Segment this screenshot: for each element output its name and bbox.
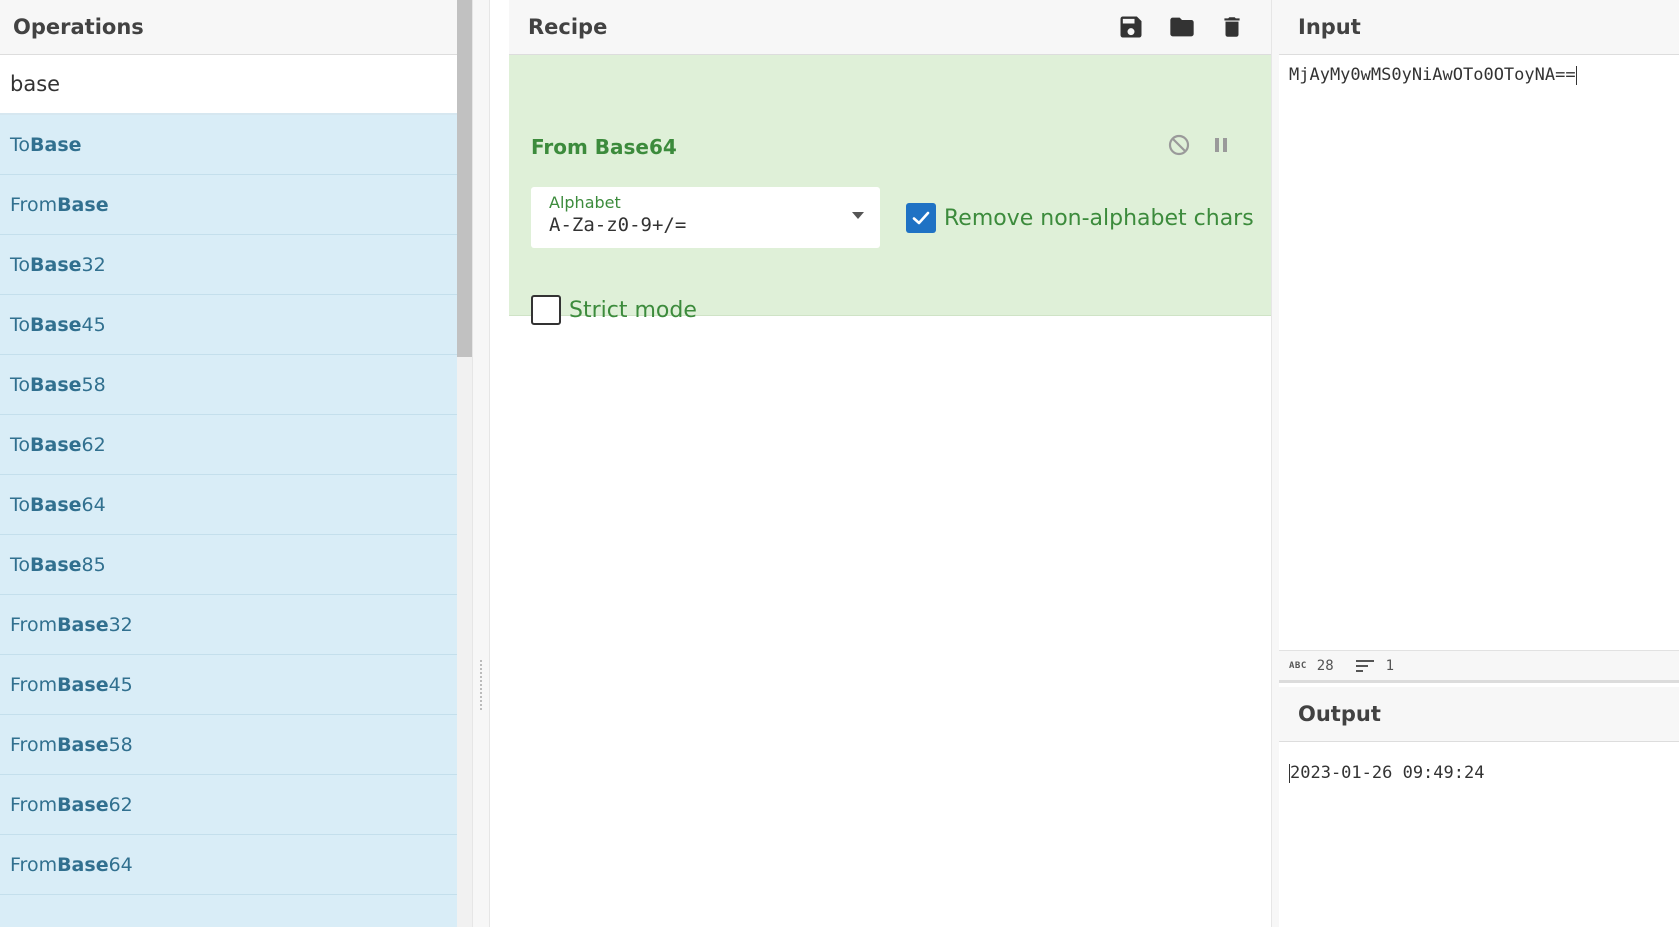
remove-non-alphabet-checkbox[interactable]	[906, 203, 936, 233]
op-match: Base	[57, 673, 109, 696]
op-prefix: From	[10, 673, 58, 696]
input-title: Input	[1279, 0, 1679, 55]
disable-icon[interactable]	[1167, 133, 1191, 161]
operations-title: Operations	[0, 0, 457, 55]
operations-list: To Base From Base To Base 32 To Base 45 To…	[0, 115, 457, 927]
strict-mode-checkbox[interactable]	[531, 295, 561, 325]
resize-gutter-left[interactable]	[472, 0, 490, 927]
operation-item[interactable]: To Base	[0, 115, 457, 175]
op-match: Base	[30, 433, 82, 456]
strict-mode-label: Strict mode	[569, 297, 697, 323]
input-textarea[interactable]: MjAyMy0wMS0yNiAwOTo0OToyNA==	[1279, 55, 1679, 85]
operation-item[interactable]: From Base 32	[0, 595, 457, 655]
operation-item[interactable]: To Base 64	[0, 475, 457, 535]
op-match: Base	[57, 193, 109, 216]
op-prefix: From	[10, 793, 58, 816]
strict-mode-option[interactable]: Strict mode	[531, 295, 697, 325]
op-suffix: 32	[108, 613, 133, 636]
save-icon[interactable]	[1117, 13, 1145, 41]
operation-item[interactable]: From Base	[0, 175, 457, 235]
op-match: Base	[57, 733, 109, 756]
op-suffix: 32	[81, 253, 106, 276]
op-match: Base	[30, 313, 82, 336]
alphabet-value: A-Za-z0-9+/=	[549, 214, 687, 236]
op-suffix: 58	[81, 373, 106, 396]
op-suffix: 62	[81, 433, 106, 456]
operation-item[interactable]: To Base 85	[0, 535, 457, 595]
op-prefix: To	[10, 553, 31, 576]
chevron-down-icon	[852, 212, 864, 219]
io-pane: Input MjAyMy0wMS0yNiAwOTo0OToyNA== ABC 2…	[1279, 0, 1679, 927]
output-textarea[interactable]: 2023-01-26 09:49:24	[1279, 753, 1484, 783]
operation-item[interactable]: To Base 45	[0, 295, 457, 355]
op-prefix: From	[10, 193, 58, 216]
op-prefix: To	[10, 433, 31, 456]
op-match: Base	[57, 793, 109, 816]
scrollbar-thumb[interactable]	[457, 0, 472, 357]
op-match: Base	[30, 253, 82, 276]
recipe-actions	[1117, 13, 1245, 41]
operation-name: From Base64	[531, 135, 677, 159]
output-title: Output	[1279, 687, 1679, 742]
operation-item[interactable]: From Base 58	[0, 715, 457, 775]
op-match: Base	[57, 853, 109, 876]
input-lines-stat: 1	[1355, 657, 1395, 674]
op-prefix: From	[10, 853, 58, 876]
remove-non-alphabet-option[interactable]: Remove non-alphabet chars	[906, 203, 1254, 233]
operation-item[interactable]: From Base 45	[0, 655, 457, 715]
op-suffix: 64	[81, 493, 106, 516]
operation-item[interactable]: To Base 58	[0, 355, 457, 415]
op-suffix: 45	[81, 313, 106, 336]
pause-icon[interactable]	[1211, 135, 1231, 159]
op-match: Base	[57, 613, 109, 636]
input-text: MjAyMy0wMS0yNiAwOTo0OToyNA==	[1289, 65, 1576, 85]
op-match: Base	[30, 133, 82, 156]
operation-controls	[1167, 133, 1231, 161]
op-suffix: 62	[108, 793, 133, 816]
op-match: Base	[30, 493, 82, 516]
recipe-pane: Recipe From Base64 Alphabet A-Za-z0-9+/=…	[509, 0, 1271, 927]
op-suffix: 64	[108, 853, 133, 876]
op-prefix: From	[10, 613, 58, 636]
trash-icon[interactable]	[1219, 13, 1245, 41]
op-prefix: To	[10, 373, 31, 396]
input-lines-value: 1	[1385, 657, 1395, 674]
recipe-title: Recipe	[528, 15, 608, 39]
op-match: Base	[30, 373, 82, 396]
operation-item[interactable]: From Base 62	[0, 775, 457, 835]
gutter-grip	[480, 660, 482, 710]
text-cursor	[1575, 65, 1577, 85]
folder-icon[interactable]	[1167, 13, 1197, 41]
operation-item[interactable]: To Base 32	[0, 235, 457, 295]
operation-item[interactable]: To Base 62	[0, 415, 457, 475]
op-suffix: 85	[81, 553, 106, 576]
op-match: Base	[30, 553, 82, 576]
input-length-stat: ABC 28	[1289, 658, 1334, 674]
operations-scrollbar[interactable]	[457, 0, 472, 927]
lines-icon	[1355, 659, 1374, 672]
operation-item[interactable]: From Base 64	[0, 835, 457, 895]
operations-pane: Operations base To Base From Base To Bas…	[0, 0, 457, 927]
recipe-header: Recipe	[509, 0, 1271, 55]
op-prefix: To	[10, 253, 31, 276]
input-length-value: 28	[1316, 657, 1334, 674]
check-icon	[912, 211, 930, 225]
alphabet-select[interactable]: Alphabet A-Za-z0-9+/=	[531, 187, 880, 248]
op-prefix: To	[10, 313, 31, 336]
op-prefix: To	[10, 493, 31, 516]
abc-icon: ABC	[1289, 660, 1307, 671]
op-suffix: 58	[108, 733, 133, 756]
alphabet-label: Alphabet	[549, 193, 621, 212]
remove-non-alphabet-label: Remove non-alphabet chars	[944, 205, 1254, 231]
output-text: 2023-01-26 09:49:24	[1290, 763, 1485, 783]
op-suffix: 45	[108, 673, 133, 696]
op-prefix: To	[10, 133, 31, 156]
input-status-bar: ABC 28 1	[1279, 650, 1679, 683]
op-prefix: From	[10, 733, 58, 756]
operation-item-partial[interactable]	[0, 895, 457, 927]
recipe-operation-card[interactable]: From Base64 Alphabet A-Za-z0-9+/= Remove…	[509, 55, 1271, 325]
operations-search-input[interactable]: base	[0, 55, 457, 115]
